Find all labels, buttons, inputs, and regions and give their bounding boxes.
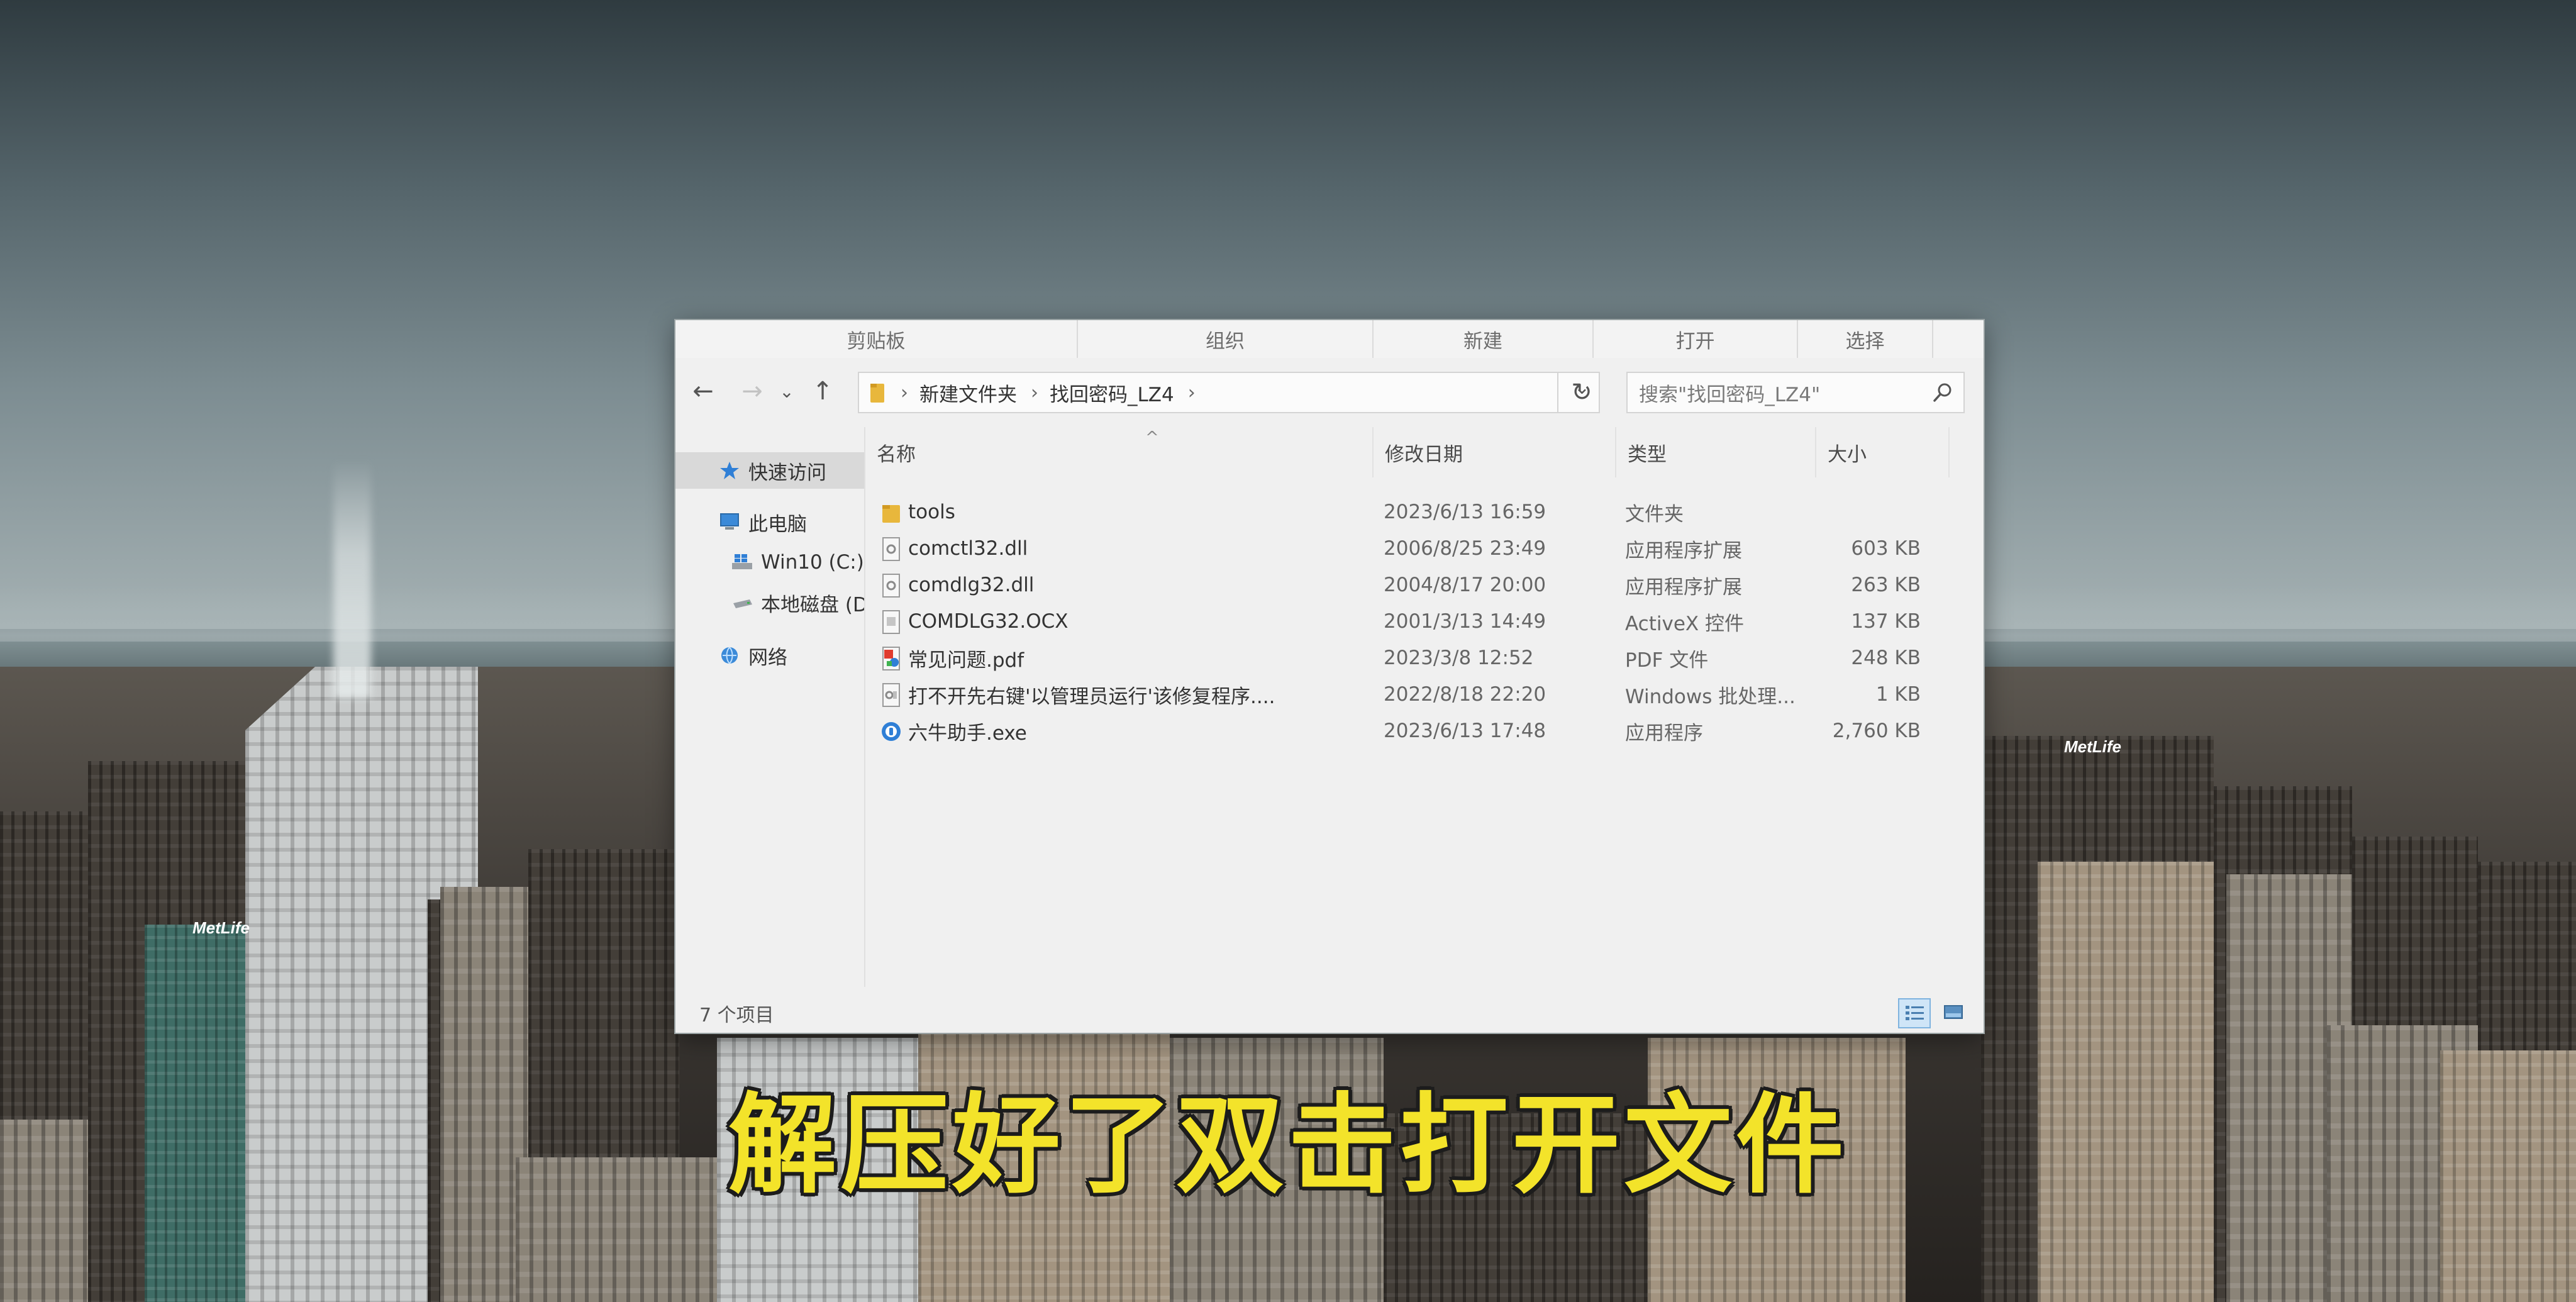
column-header-date[interactable]: 修改日期 xyxy=(1374,427,1616,477)
file-date: 2023/6/13 17:48 xyxy=(1384,720,1546,742)
details-view-button[interactable] xyxy=(1898,998,1931,1028)
file-row-comdlg32-dll[interactable]: comdlg32.dll 2004/8/17 20:00 应用程序扩展 263 … xyxy=(865,567,1984,603)
nav-item-label: 快速访问 xyxy=(748,461,826,484)
dll-file-icon xyxy=(882,574,900,598)
video-subtitle: 解压好了双击打开文件 xyxy=(728,1082,1848,1208)
file-size: 603 KB xyxy=(1851,537,1921,560)
column-header-size[interactable]: 大小 xyxy=(1816,427,1950,477)
network-icon xyxy=(718,644,741,667)
nav-item-network[interactable]: 网络 xyxy=(675,637,864,674)
file-row-comctl32[interactable]: comctl32.dll 2006/8/25 23:49 应用程序扩展 603 … xyxy=(865,530,1984,567)
nav-item-drive-d[interactable]: 本地磁盘 (D xyxy=(675,584,864,621)
large-icons-view-button[interactable] xyxy=(1938,998,1971,1028)
ribbon-group-select[interactable]: 选择 xyxy=(1798,320,1933,358)
file-row-liuniu-exe[interactable]: 六牛助手.exe 2023/6/13 17:48 应用程序 2,760 KB xyxy=(865,713,1984,749)
file-size: 263 KB xyxy=(1851,574,1921,596)
nav-item-label: 网络 xyxy=(748,646,787,669)
star-icon xyxy=(718,459,741,482)
file-size: 1 KB xyxy=(1875,683,1921,706)
nav-item-label: 本地磁盘 (D xyxy=(761,593,864,616)
search-input[interactable]: 搜索"找回密码_LZ4" xyxy=(1626,372,1965,413)
breadcrumb-current-folder[interactable]: 找回密码_LZ4 xyxy=(1050,379,1174,407)
file-date: 2023/6/13 16:59 xyxy=(1384,501,1546,523)
breadcrumb-separator[interactable]: › xyxy=(1188,382,1196,404)
metlife-sign-left: MetLife xyxy=(192,918,250,937)
column-header-name[interactable]: 名称 xyxy=(865,427,1374,477)
ribbon-group-new[interactable]: 新建 xyxy=(1374,320,1594,358)
ribbon-group-clipboard[interactable]: 剪贴板 xyxy=(675,320,1078,358)
windows-drive-icon xyxy=(731,551,753,574)
pdf-file-icon xyxy=(882,647,900,670)
dll-file-icon xyxy=(882,537,900,561)
file-size xyxy=(1758,494,1921,530)
file-row-faq-pdf[interactable]: 常见问题.pdf 2023/3/8 12:52 PDF 文件 248 KB xyxy=(865,640,1984,676)
file-row-tools[interactable]: tools 2023/6/13 16:59 文件夹 xyxy=(865,494,1984,530)
file-size: 137 KB xyxy=(1851,610,1921,633)
breadcrumb-new-folder[interactable]: 新建文件夹 xyxy=(919,379,1017,407)
file-explorer-window[interactable]: 剪贴板 组织 新建 打开 选择 ← → ⌄ ↑ › 新建文件夹 › 找回密码_L… xyxy=(675,320,1984,1033)
breadcrumb-separator: › xyxy=(901,381,908,404)
back-button[interactable]: ← xyxy=(689,376,717,407)
navigation-pane: 快速访问 此电脑 Win10 (C:) 本地磁盘 (D 网络 xyxy=(675,427,865,987)
details-view-icon xyxy=(1906,1006,1924,1020)
nav-item-this-pc[interactable]: 此电脑 xyxy=(675,504,864,540)
search-placeholder: 搜索"找回密码_LZ4" xyxy=(1639,383,1821,406)
column-header-type[interactable]: 类型 xyxy=(1616,427,1816,477)
nav-item-quick-access[interactable]: 快速访问 xyxy=(675,452,864,489)
nav-item-label: 此电脑 xyxy=(748,513,807,536)
file-size: 248 KB xyxy=(1851,647,1921,669)
nav-item-label: Win10 (C:) xyxy=(761,551,864,574)
file-date: 2022/8/18 22:20 xyxy=(1384,683,1546,706)
address-toolbar: ← → ⌄ ↑ › 新建文件夹 › 找回密码_LZ4 › ⌄ ↻ 搜索"找回密码… xyxy=(675,358,1984,427)
file-row-repair-batch[interactable]: 打不开先右键'以管理员运行'该修复程序.... 2022/8/18 22:20 … xyxy=(865,676,1984,713)
drive-icon xyxy=(731,591,753,614)
computer-icon xyxy=(718,511,741,533)
folder-icon xyxy=(869,381,887,404)
batch-file-icon xyxy=(882,683,900,707)
large-icons-view-icon xyxy=(1944,1005,1963,1019)
file-date: 2006/8/25 23:49 xyxy=(1384,537,1546,560)
up-button[interactable]: ↑ xyxy=(809,376,836,407)
file-size: 2,760 KB xyxy=(1832,720,1921,742)
refresh-button[interactable]: ↻ xyxy=(1557,372,1605,413)
address-bar[interactable]: › 新建文件夹 › 找回密码_LZ4 › ⌄ xyxy=(858,372,1600,413)
ribbon-group-open[interactable]: 打开 xyxy=(1594,320,1798,358)
search-icon[interactable] xyxy=(1932,382,1953,403)
metlife-sign-right: MetLife xyxy=(2064,737,2121,756)
file-date: 2023/3/8 12:52 xyxy=(1384,647,1534,669)
forward-button[interactable]: → xyxy=(738,376,766,407)
item-count: 7 个项目 xyxy=(699,1004,774,1027)
recent-locations-button[interactable]: ⌄ xyxy=(777,376,796,407)
file-row-comdlg32-ocx[interactable]: COMDLG32.OCX 2001/3/13 14:49 ActiveX 控件 … xyxy=(865,603,1984,640)
column-headers: 名称 ^ 修改日期 类型 大小 xyxy=(865,427,1984,477)
file-list: 名称 ^ 修改日期 类型 大小 tools 2023/6/13 16:59 文件… xyxy=(865,427,1984,987)
ribbon-group-organize[interactable]: 组织 xyxy=(1078,320,1374,358)
exe-app-icon xyxy=(882,722,901,741)
folder-icon xyxy=(882,505,900,523)
sort-ascending-icon: ^ xyxy=(1145,428,1159,447)
file-name: 打不开先右键'以管理员运行'该修复程序.... xyxy=(908,685,1275,708)
breadcrumb-separator: › xyxy=(1031,381,1038,404)
ocx-file-icon xyxy=(882,610,900,634)
status-bar: 7 个项目 xyxy=(675,987,1984,1033)
file-date: 2001/3/13 14:49 xyxy=(1384,610,1546,633)
nav-item-drive-c[interactable]: Win10 (C:) xyxy=(675,544,864,581)
ribbon-group-bar: 剪贴板 组织 新建 打开 选择 xyxy=(675,320,1984,359)
file-date: 2004/8/17 20:00 xyxy=(1384,574,1546,596)
steam-plume xyxy=(333,459,371,698)
